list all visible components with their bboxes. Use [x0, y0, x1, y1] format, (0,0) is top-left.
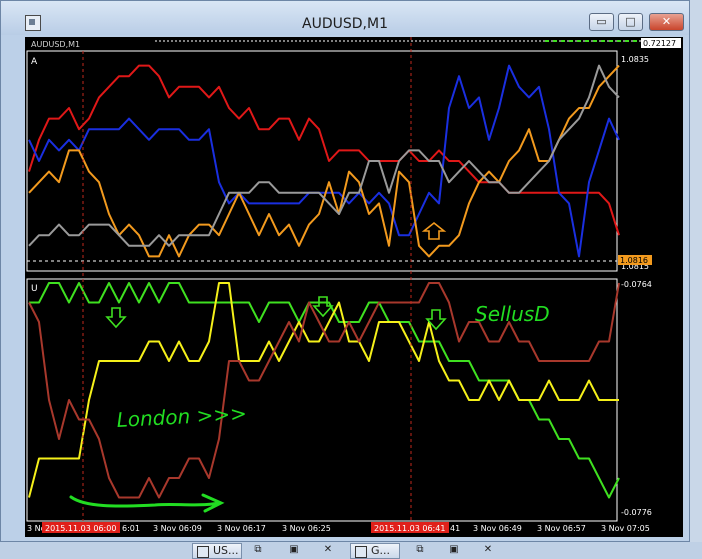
task-label-1: US...	[213, 544, 239, 557]
panel-top-frame	[26, 50, 618, 272]
chart-area[interactable]: AUDUSD,M1 0.72127 A 1.0835 1.0815 1.0816…	[25, 37, 683, 537]
series-line-red	[28, 64, 620, 236]
title-bar[interactable]: AUDUSD,M1 ▭ □ ✕	[1, 1, 689, 35]
task-1-max-button[interactable]: ▣	[284, 543, 304, 557]
strip-symbol-label: AUDUSD,M1	[31, 40, 80, 49]
panel-top-label: A	[31, 57, 38, 67]
time-label: 3 Nov 07:05	[601, 524, 650, 533]
time-label: 6:01	[122, 524, 140, 533]
task-label-2: G...	[371, 544, 391, 557]
window-title: AUDUSD,M1	[302, 16, 388, 32]
task-2-close-button[interactable]: ✕	[478, 543, 498, 557]
chart-icon	[197, 546, 209, 558]
annotation-london: London >>>	[116, 401, 247, 432]
panel-top-series	[28, 64, 620, 258]
strip-price-text: 0.72127	[643, 39, 676, 48]
series-line-gray	[28, 64, 620, 247]
time-label: 41	[450, 524, 460, 533]
task-1-close-button[interactable]: ✕	[318, 543, 338, 557]
time-highlight-1-text: 2015.11.03 06:00	[45, 524, 116, 533]
task-button-2[interactable]: G...	[350, 543, 400, 559]
top-info-strip	[25, 37, 683, 49]
task-2-max-button[interactable]: ▣	[444, 543, 464, 557]
task-button-1[interactable]: US...	[192, 543, 242, 559]
down-arrow-icon	[105, 307, 127, 329]
task-2-restore-button[interactable]: ⧉	[410, 543, 430, 557]
chart-canvas[interactable]: AUDUSD,M1 0.72127 A 1.0835 1.0815 1.0816…	[25, 37, 683, 537]
time-highlight-2-text: 2015.11.03 06:41	[374, 524, 445, 533]
time-label: 3 Nov 06:57	[537, 524, 586, 533]
current-price-text: 1.0816	[620, 256, 648, 265]
annotation-arrow-scribble	[69, 493, 225, 513]
taskbar: US... ⧉ ▣ ✕ G... ⧉ ▣ ✕	[0, 542, 702, 559]
panel-bottom-label: U	[31, 284, 38, 294]
time-label: 3 Nov 06:09	[153, 524, 202, 533]
panel-top-y-high: 1.0835	[621, 55, 649, 64]
task-1-restore-button[interactable]: ⧉	[248, 543, 268, 557]
series-line-orange	[28, 64, 620, 258]
annotation-sell: SellusD	[475, 302, 550, 326]
close-button[interactable]: ✕	[649, 13, 684, 31]
down-arrow-icon	[312, 296, 334, 318]
time-axis: 3 No 2015.11.03 06:00 6:01 3 Nov 06:09 3…	[27, 522, 650, 533]
panel-bottom-y-low: -0.0776	[621, 508, 652, 517]
maximize-button[interactable]: □	[618, 13, 643, 31]
up-arrow-icon	[421, 221, 447, 240]
time-label: 3 Nov 06:25	[282, 524, 331, 533]
chart-icon	[355, 546, 367, 558]
chart-window: AUDUSD,M1 ▭ □ ✕ AUDUSD,M1 0.72127 A 1.08…	[0, 0, 690, 542]
panel-bottom-y-high: -0.0764	[621, 280, 652, 289]
time-label: 3 Nov 06:49	[473, 524, 522, 533]
time-label: 3 Nov 06:17	[217, 524, 266, 533]
series-line-blue	[28, 64, 620, 258]
minimize-button[interactable]: ▭	[589, 13, 614, 31]
